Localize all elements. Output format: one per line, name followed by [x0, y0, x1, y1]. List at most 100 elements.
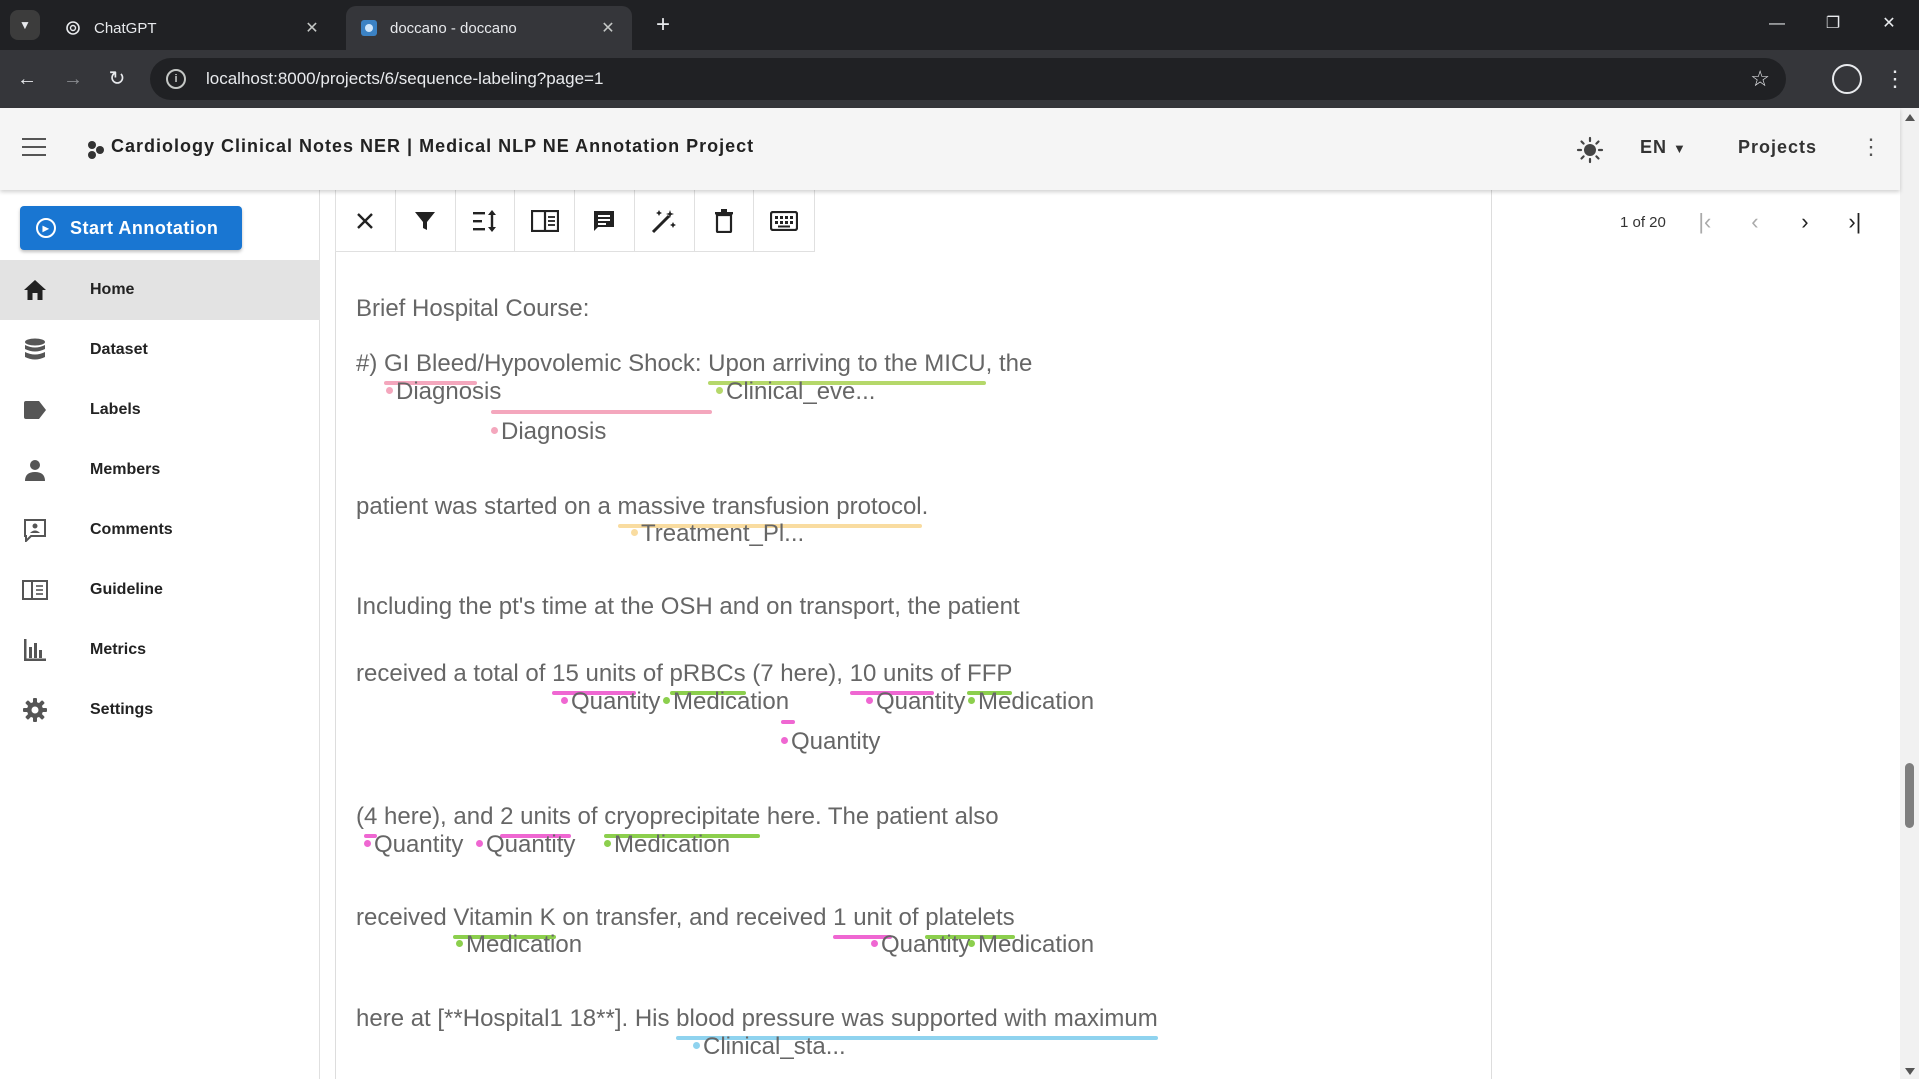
sidebar-item-home[interactable]: Home — [0, 260, 320, 320]
page-scrollbar[interactable] — [1900, 108, 1919, 1079]
entity-span-medication[interactable]: cryoprecipitate — [604, 803, 760, 830]
sidebar-item-settings[interactable]: Settings — [0, 680, 320, 740]
new-tab-button[interactable]: + — [648, 12, 678, 40]
restore-window-icon[interactable]: ❐ — [1818, 10, 1848, 38]
close-icon[interactable] — [336, 190, 396, 251]
close-tab-icon[interactable]: ✕ — [598, 18, 618, 38]
scroll-thumb[interactable] — [1905, 763, 1914, 828]
entity-span-quantity[interactable]: 2 units — [500, 803, 571, 830]
entity-label-treatment-plan[interactable]: Treatment_Pl... — [631, 520, 804, 548]
entity-span-clinical-status[interactable]: blood pressure was supported with maximu… — [676, 1005, 1158, 1032]
sidebar-item-labels[interactable]: Labels — [0, 380, 320, 440]
forward-icon[interactable]: → — [58, 64, 88, 94]
sidebar-item-members[interactable]: Members — [0, 440, 320, 500]
app-menu-icon[interactable]: ⋮ — [1860, 134, 1882, 164]
entity-label-medication[interactable]: Medication — [968, 688, 1094, 716]
url-omnibox[interactable]: i localhost:8000/projects/6/sequence-lab… — [150, 58, 1786, 100]
entity-span-medication[interactable]: FFP — [967, 660, 1012, 687]
doc-line[interactable]: here at [**Hospital1 18**]. His blood pr… — [356, 1005, 1158, 1033]
label-dot — [561, 697, 568, 705]
projects-button[interactable]: Projects — [1738, 137, 1817, 158]
entity-label-medication[interactable]: Medication — [456, 931, 582, 959]
doc-line[interactable]: Including the pt's time at the OSH and o… — [356, 593, 1020, 621]
close-window-icon[interactable]: ✕ — [1874, 10, 1904, 38]
entity-label-diagnosis[interactable]: Diagnosis — [386, 378, 501, 406]
delete-icon[interactable] — [695, 190, 755, 251]
browser-menu-icon[interactable]: ⋮ — [1880, 64, 1910, 94]
start-annotation-button[interactable]: ▶ Start Annotation — [20, 206, 242, 250]
entity-label-text: Medication — [466, 931, 583, 958]
scroll-down-icon[interactable] — [1905, 1068, 1915, 1075]
entity-label-quantity[interactable]: Quantity — [364, 831, 463, 859]
back-icon[interactable]: ← — [12, 64, 42, 94]
entity-span-quantity-bar[interactable] — [781, 720, 795, 724]
browser-tab-chatgpt[interactable]: ChatGPT ✕ — [50, 6, 336, 50]
reload-icon[interactable]: ↻ — [102, 64, 132, 94]
entity-label-quantity[interactable]: Quantity — [476, 831, 575, 859]
scroll-up-icon[interactable] — [1905, 114, 1915, 121]
comment-icon[interactable] — [575, 190, 635, 251]
entity-label-diagnosis[interactable]: Diagnosis — [491, 418, 606, 446]
entity-label-medication[interactable]: Medication — [968, 931, 1094, 959]
entity-span-treatment-plan[interactable]: massive transfusion protocol — [618, 493, 922, 520]
language-select[interactable]: EN ▼ — [1640, 137, 1687, 158]
entity-label-quantity[interactable]: Quantity — [871, 931, 970, 959]
doc-line[interactable]: received Vitamin K on transfer, and rece… — [356, 904, 1015, 932]
entity-span-quantity[interactable]: 10 units — [850, 660, 934, 687]
first-page-icon[interactable]: |‹ — [1680, 209, 1730, 235]
profile-icon[interactable] — [1832, 64, 1862, 94]
doc-text: ( — [356, 803, 364, 830]
doc-line[interactable]: #) GI Bleed/Hypovolemic Shock: Upon arri… — [356, 350, 1032, 378]
doc-line[interactable]: Brief Hospital Course: — [356, 295, 589, 323]
keyboard-icon[interactable] — [754, 190, 814, 251]
browser-tab-bar: ▼ ChatGPT ✕ doccano - doccano ✕ + — ❐ ✕ — [0, 0, 1919, 50]
entity-span-diagnosis[interactable]: GI Bleed — [384, 350, 477, 377]
view-layout-icon[interactable] — [515, 190, 575, 251]
entity-label-quantity[interactable]: Quantity — [561, 688, 660, 716]
home-icon — [22, 278, 48, 302]
sort-icon[interactable] — [456, 190, 516, 251]
entity-span-medication[interactable]: pRBCs — [670, 660, 746, 687]
entity-label-medication[interactable]: Medication — [663, 688, 789, 716]
bookmark-star-icon[interactable]: ☆ — [1750, 66, 1770, 92]
close-tab-icon[interactable]: ✕ — [302, 18, 322, 38]
doc-line[interactable]: (4 here), and 2 units of cryoprecipitate… — [356, 803, 999, 831]
entity-span-quantity[interactable]: 4 — [364, 803, 377, 830]
sidebar-item-guideline[interactable]: Guideline — [0, 560, 320, 620]
pagination: 1 of 20 |‹ ‹ › ›| — [1620, 208, 1880, 236]
entity-label-quantity[interactable]: Quantity — [781, 728, 880, 756]
app-bar: Cardiology Clinical Notes NER | Medical … — [0, 108, 1900, 190]
menu-icon[interactable] — [22, 138, 46, 156]
doc-line[interactable]: received a total of 15 units of pRBCs (7… — [356, 660, 1012, 688]
sidebar-item-metrics[interactable]: Metrics — [0, 620, 320, 680]
entity-label-quantity[interactable]: Quantity — [866, 688, 965, 716]
url-text[interactable]: localhost:8000/projects/6/sequence-label… — [206, 69, 1750, 89]
entity-span-medication[interactable]: platelets — [925, 904, 1014, 931]
entity-span-quantity[interactable]: 15 units — [552, 660, 636, 687]
doc-line[interactable]: patient was started on a massive transfu… — [356, 493, 928, 521]
entity-label-clinical-status[interactable]: Clinical_sta... — [693, 1033, 846, 1061]
tab-search-button[interactable]: ▼ — [10, 10, 40, 40]
entity-span-diagnosis-bar[interactable] — [491, 410, 712, 414]
sidebar-item-dataset[interactable]: Dataset — [0, 320, 320, 380]
minimize-window-icon[interactable]: — — [1762, 10, 1792, 38]
doc-text: of — [891, 904, 926, 931]
entity-span-medication[interactable]: Vitamin K — [453, 904, 555, 931]
doc-text: of — [636, 660, 670, 687]
theme-toggle-icon[interactable] — [1576, 136, 1604, 164]
entity-span-quantity[interactable]: 1 unit — [833, 904, 892, 931]
entity-label-clinical-event[interactable]: Clinical_eve... — [716, 378, 875, 406]
entity-label-medication[interactable]: Medication — [604, 831, 730, 859]
sidebar-item-comments[interactable]: Comments — [0, 500, 320, 560]
site-info-icon[interactable]: i — [166, 69, 186, 89]
last-page-icon[interactable]: ›| — [1830, 209, 1880, 235]
filter-icon[interactable] — [396, 190, 456, 251]
auto-label-icon[interactable] — [635, 190, 695, 251]
label-dot — [968, 697, 975, 705]
entity-span-clinical-event[interactable]: Upon arriving to the MICU — [708, 350, 985, 377]
browser-tab-doccano[interactable]: doccano - doccano ✕ — [346, 6, 632, 50]
sidebar-item-label: Home — [90, 281, 135, 298]
next-page-icon[interactable]: › — [1780, 209, 1830, 235]
sidebar: ▶ Start Annotation Home Dataset Labels M… — [0, 190, 320, 1079]
prev-page-icon[interactable]: ‹ — [1730, 209, 1780, 235]
